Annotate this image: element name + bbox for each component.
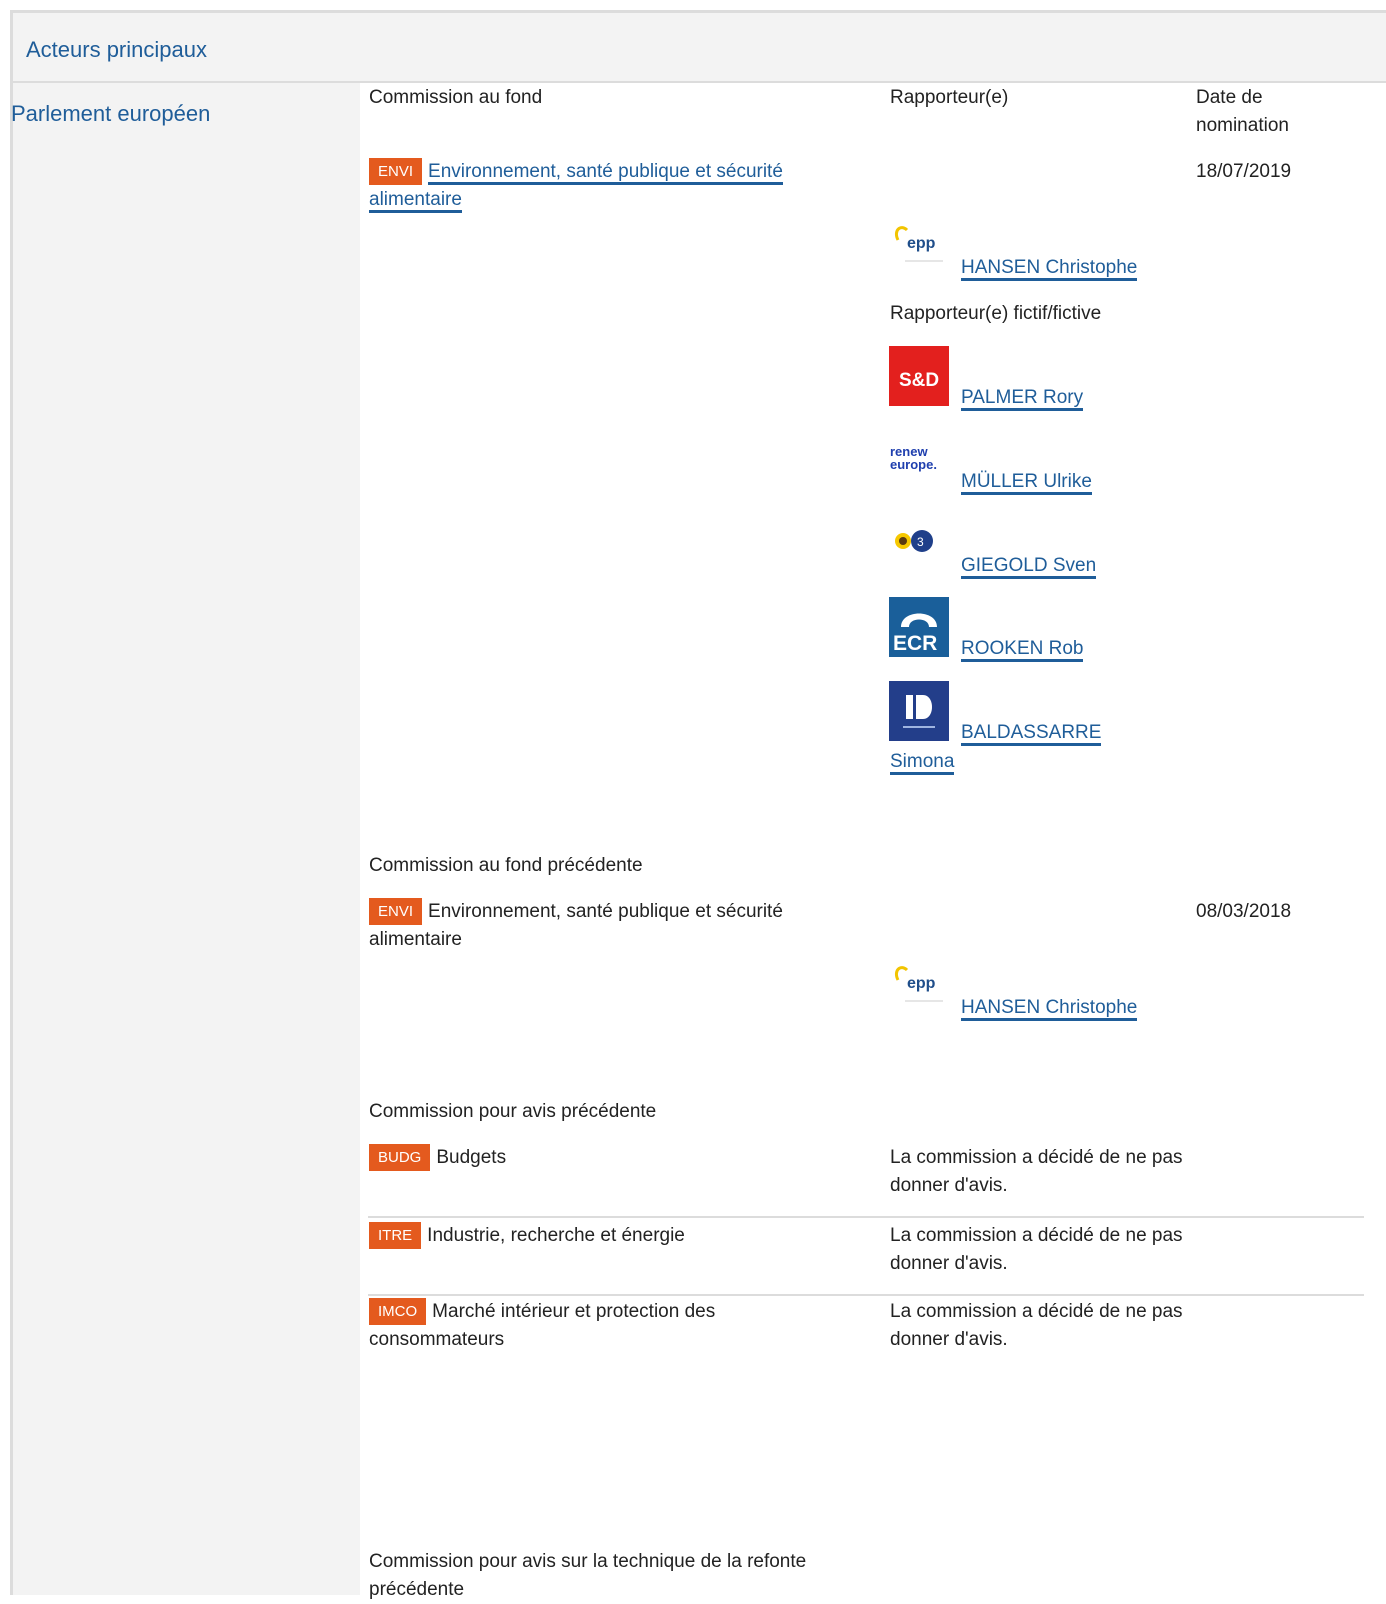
epp-logo-icon: epp	[889, 216, 949, 276]
svg-text:epp: epp	[907, 235, 936, 252]
renew-europe-logo-icon: renew europe.	[889, 430, 949, 490]
opinion-committee-row: BUDG Budgets	[369, 1144, 849, 1172]
institution-column: Parlement européen	[11, 83, 360, 1595]
shadow-rapporteur-entry: PALMER Rory	[961, 384, 1084, 412]
key-players-panel: Acteurs principaux Parlement européen	[10, 10, 1386, 1595]
shadow-rapporteur-entry: ROOKEN Rob	[961, 635, 1084, 663]
previous-lead-committee-name: Environnement, santé publique et sécurit…	[369, 901, 783, 950]
committee-code-badge: BUDG	[369, 1144, 431, 1171]
panel-header: Acteurs principaux	[13, 13, 1386, 83]
panel-title: Acteurs principaux	[26, 37, 207, 62]
column-header-date: Date de nomination	[1196, 87, 1289, 136]
shadow-rapporteur-entry-continued: Simona	[890, 748, 955, 776]
committee-code-badge: ENVI	[369, 898, 423, 925]
shadow-rapporteur-link[interactable]: ROOKEN Rob	[961, 638, 1084, 662]
id-logo-icon	[889, 681, 949, 741]
rapporteur-entry: HANSEN Christophe	[961, 994, 1138, 1022]
svg-text:epp: epp	[907, 975, 936, 992]
shadow-rapporteur-entry: GIEGOLD Sven	[961, 552, 1097, 580]
row-divider	[368, 1216, 1364, 1218]
recast-label: Commission pour avis sur la technique de…	[369, 1551, 807, 1600]
rapporteur-link[interactable]: HANSEN Christophe	[961, 997, 1138, 1021]
shadow-rapporteur-link[interactable]: GIEGOLD Sven	[961, 555, 1097, 579]
lead-committee-link[interactable]: Environnement, santé publique et sécurit…	[369, 161, 783, 213]
previous-lead-label: Commission au fond précédente	[369, 855, 643, 876]
opinion-committee-name: Industrie, recherche et énergie	[427, 1225, 685, 1246]
opinion-status: La commission a décidé de ne pas donner …	[890, 1147, 1183, 1196]
committee-code-badge: IMCO	[369, 1298, 427, 1325]
lead-committee: ENVI Environnement, santé publique et séc…	[369, 158, 849, 214]
previous-opinion-label: Commission pour avis précédente	[369, 1101, 657, 1122]
opinion-status: La commission a décidé de ne pas donner …	[890, 1225, 1183, 1274]
shadow-rapporteur-label: Rapporteur(e) fictif/fictive	[890, 303, 1102, 324]
shadow-rapporteur-link[interactable]: MÜLLER Ulrike	[961, 471, 1092, 495]
committee-code-badge: ITRE	[369, 1222, 422, 1249]
greens-efa-logo-icon: 3	[889, 514, 949, 574]
lead-committee-date: 18/07/2019	[1196, 161, 1292, 182]
epp-logo-icon: epp	[889, 956, 949, 1016]
rapporteur-entry: HANSEN Christophe	[961, 254, 1138, 282]
committee-code-badge: ENVI	[369, 158, 423, 185]
column-header-committee: Commission au fond	[369, 87, 543, 108]
institution-label: Parlement européen	[11, 101, 211, 126]
row-divider	[368, 1294, 1364, 1296]
sd-logo-icon: S&D	[889, 346, 949, 406]
svg-text:3: 3	[917, 535, 924, 549]
previous-lead-date: 08/03/2018	[1196, 901, 1292, 922]
shadow-rapporteur-entry: BALDASSARRE	[961, 719, 1102, 747]
rapporteur-link[interactable]: HANSEN Christophe	[961, 257, 1138, 281]
column-header-rapporteur: Rapporteur(e)	[890, 87, 1009, 108]
shadow-rapporteur-link[interactable]: BALDASSARRE	[961, 722, 1102, 746]
shadow-rapporteur-link-continued[interactable]: Simona	[890, 751, 955, 775]
svg-text:ECR: ECR	[893, 632, 937, 655]
previous-lead-committee: ENVI Environnement, santé publique et séc…	[369, 898, 849, 954]
ecr-logo-icon: ECR	[889, 597, 949, 657]
opinion-committee-row: IMCO Marché intérieur et protection des c…	[369, 1298, 799, 1354]
opinion-status: La commission a décidé de ne pas donner …	[890, 1301, 1183, 1350]
opinion-committee-row: ITRE Industrie, recherche et énergie	[369, 1222, 849, 1250]
opinion-committee-name: Budgets	[436, 1147, 507, 1168]
shadow-rapporteur-entry: MÜLLER Ulrike	[961, 468, 1092, 496]
shadow-rapporteur-link[interactable]: PALMER Rory	[961, 387, 1084, 411]
